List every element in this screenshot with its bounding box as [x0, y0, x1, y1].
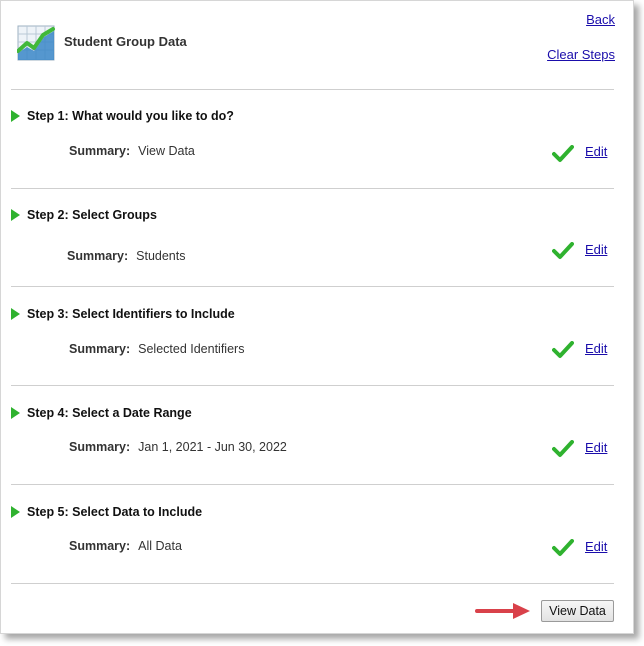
divider: [11, 484, 614, 485]
summary-label: Summary:: [69, 440, 131, 454]
step-2: Step 2: Select Groups Summary: Students E…: [1, 208, 633, 306]
step-3: Step 3: Select Identifiers to Include Su…: [1, 307, 633, 405]
step-1-summary: Summary: View Data: [69, 144, 195, 158]
summary-value: Students: [136, 249, 186, 263]
step-1-header[interactable]: Step 1: What would you like to do?: [11, 109, 234, 123]
checkmark-icon: [552, 242, 574, 259]
triangle-right-icon: [11, 506, 20, 518]
step-5-edit-link[interactable]: Edit: [585, 539, 607, 554]
step-3-edit-link[interactable]: Edit: [585, 341, 607, 356]
checkmark-icon: [552, 539, 574, 556]
divider: [11, 385, 614, 386]
summary-label: Summary:: [69, 539, 131, 553]
summary-label: Summary:: [69, 144, 131, 158]
back-link[interactable]: Back: [586, 12, 615, 27]
step-2-header[interactable]: Step 2: Select Groups: [11, 208, 157, 222]
step-1-title: Step 1: What would you like to do?: [27, 109, 234, 123]
view-data-button[interactable]: View Data: [541, 600, 614, 622]
divider: [11, 188, 614, 189]
step-3-title: Step 3: Select Identifiers to Include: [27, 307, 235, 321]
arrow-right-icon: [475, 603, 530, 619]
step-2-title: Step 2: Select Groups: [27, 208, 157, 222]
step-5-summary: Summary: All Data: [69, 539, 182, 553]
triangle-right-icon: [11, 407, 20, 419]
summary-value: All Data: [138, 539, 182, 553]
triangle-right-icon: [11, 308, 20, 320]
step-4-title: Step 4: Select a Date Range: [27, 406, 192, 420]
step-1: Step 1: What would you like to do? Summa…: [1, 109, 633, 207]
student-group-data-panel: Student Group Data Back Clear Steps Step…: [0, 0, 634, 634]
summary-value: Jan 1, 2021 - Jun 30, 2022: [138, 440, 287, 454]
summary-value: View Data: [138, 144, 195, 158]
step-4: Step 4: Select a Date Range Summary: Jan …: [1, 406, 633, 504]
step-2-summary: Summary: Students: [67, 249, 185, 263]
step-3-header[interactable]: Step 3: Select Identifiers to Include: [11, 307, 235, 321]
summary-label: Summary:: [69, 342, 131, 356]
checkmark-icon: [552, 341, 574, 358]
step-4-edit-link[interactable]: Edit: [585, 440, 607, 455]
summary-value: Selected Identifiers: [138, 342, 245, 356]
step-3-summary: Summary: Selected Identifiers: [69, 342, 244, 356]
step-5-title: Step 5: Select Data to Include: [27, 505, 203, 519]
page-title: Student Group Data: [64, 34, 187, 49]
summary-label: Summary:: [67, 249, 129, 263]
divider: [11, 286, 614, 287]
chart-logo-icon: [17, 25, 55, 61]
clear-steps-link[interactable]: Clear Steps: [547, 47, 615, 62]
step-5-header[interactable]: Step 5: Select Data to Include: [11, 505, 202, 519]
checkmark-icon: [552, 440, 574, 457]
step-1-edit-link[interactable]: Edit: [585, 144, 607, 159]
checkmark-icon: [552, 145, 574, 162]
step-5: Step 5: Select Data to Include Summary: A…: [1, 505, 633, 603]
step-4-summary: Summary: Jan 1, 2021 - Jun 30, 2022: [69, 440, 287, 454]
triangle-right-icon: [11, 209, 20, 221]
step-4-header[interactable]: Step 4: Select a Date Range: [11, 406, 192, 420]
divider: [11, 89, 614, 90]
divider: [11, 583, 614, 584]
triangle-right-icon: [11, 110, 20, 122]
step-2-edit-link[interactable]: Edit: [585, 242, 607, 257]
